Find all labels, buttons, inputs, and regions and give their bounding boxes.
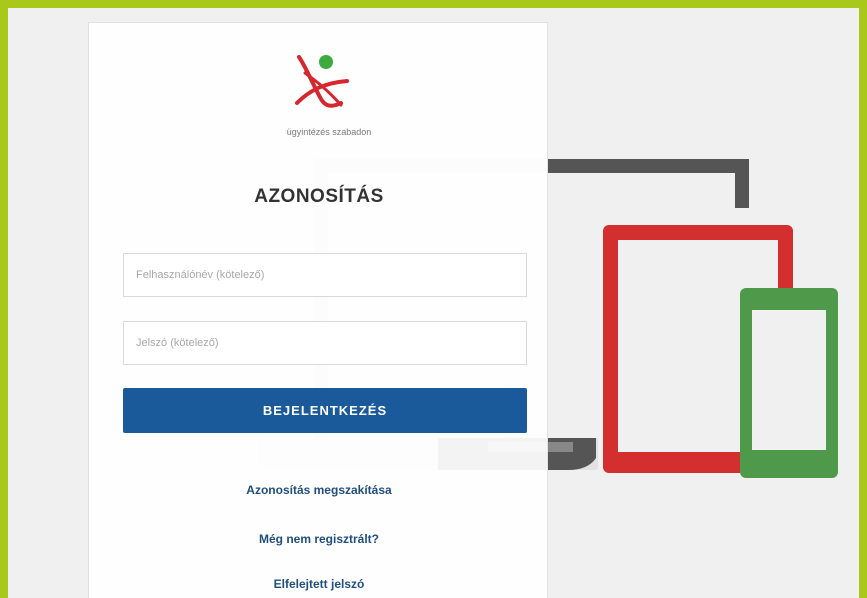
logo: ügyintézés szabadon xyxy=(259,51,399,141)
logo-mark-icon xyxy=(295,55,349,108)
page-title: AZONOSÍTÁS xyxy=(254,186,384,207)
register-link[interactable]: Még nem regisztrált? xyxy=(89,532,549,546)
login-button[interactable]: BEJELENTKEZÉS xyxy=(123,388,527,433)
password-field[interactable] xyxy=(123,321,527,365)
forgot-password-link[interactable]: Elfelejtett jelszó xyxy=(89,577,549,591)
username-field[interactable] xyxy=(123,253,527,297)
phone-icon xyxy=(740,288,838,478)
logo-tagline: ügyintézés szabadon xyxy=(286,127,372,137)
cancel-authentication-link[interactable]: Azonosítás megszakítása xyxy=(89,483,549,497)
page-background: ügyintézés szabadon AZONOSÍTÁS BEJELENTK… xyxy=(8,8,859,598)
login-panel: ügyintézés szabadon AZONOSÍTÁS BEJELENTK… xyxy=(88,22,548,598)
